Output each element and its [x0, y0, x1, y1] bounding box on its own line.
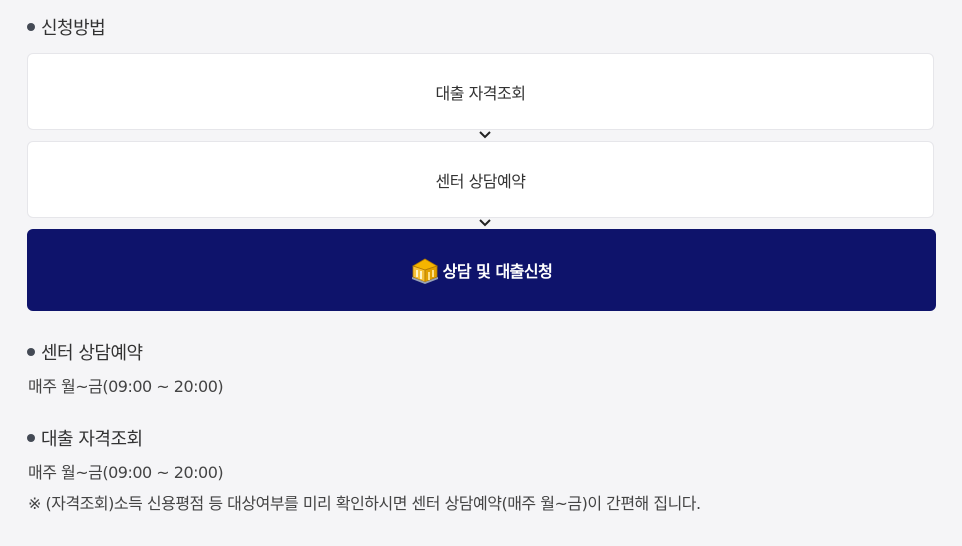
step-card-center-booking: 센터 상담예약 [27, 141, 934, 218]
apply-method-title: 신청방법 [41, 18, 106, 39]
center-booking-heading: 센터 상담예약 [27, 339, 143, 365]
eligibility-check-heading: 대출 자격조회 [27, 425, 143, 451]
center-booking-title: 센터 상담예약 [41, 343, 143, 364]
cta-label: 상담 및 대출신청 [442, 262, 553, 281]
eligibility-check-hours: 매주 월~금(09:00 ~ 20:00) [28, 463, 224, 482]
eligibility-check-note: ※ (자격조회)소득 신용평점 등 대상여부를 미리 확인하시면 센터 상담예약… [28, 494, 701, 513]
bullet-dot-icon [27, 348, 35, 356]
building-icon [411, 258, 438, 284]
eligibility-check-title: 대출 자격조회 [41, 429, 143, 450]
consult-and-loan-apply-button[interactable]: 상담 및 대출신청 [27, 229, 936, 311]
bullet-dot-icon [27, 23, 35, 31]
center-booking-hours: 매주 월~금(09:00 ~ 20:00) [28, 377, 224, 396]
chevron-down-icon [479, 219, 491, 227]
apply-method-heading: 신청방법 [27, 14, 106, 40]
bullet-dot-icon [27, 434, 35, 442]
step-label-center-booking: 센터 상담예약 [435, 171, 526, 191]
step-label-eligibility: 대출 자격조회 [435, 83, 526, 103]
chevron-down-icon [479, 131, 491, 139]
step-card-eligibility: 대출 자격조회 [27, 53, 934, 130]
